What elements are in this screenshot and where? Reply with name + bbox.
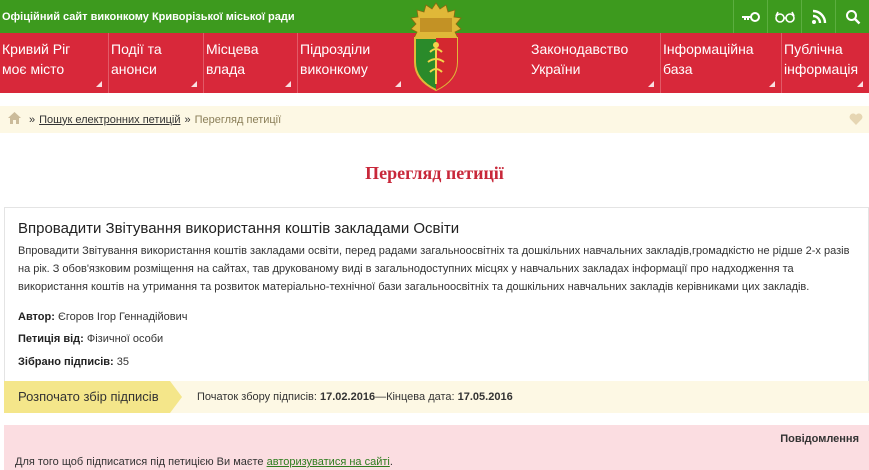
author-value: Єгоров Ігор Геннадійович xyxy=(57,311,188,323)
glasses-icon[interactable] xyxy=(767,0,801,33)
home-icon[interactable] xyxy=(8,112,21,127)
from-label: Петиція від: xyxy=(18,333,84,345)
corner-arrow-icon xyxy=(395,81,401,87)
breadcrumb-separator: » xyxy=(29,113,36,126)
nav-label: Кривий Ріг xyxy=(2,41,71,57)
petition-author: Автор: Єгоров Ігор Геннадійович xyxy=(18,311,187,323)
signatures-value: 35 xyxy=(116,356,129,368)
breadcrumb-separator: » xyxy=(184,113,191,126)
nav-label: влада xyxy=(206,61,246,77)
corner-arrow-icon xyxy=(191,81,197,87)
corner-arrow-icon xyxy=(96,81,102,87)
nav-item-public-info[interactable]: Публічна інформація xyxy=(781,33,869,93)
signatures-label: Зібрано підписів: xyxy=(18,356,114,368)
city-emblem-logo[interactable] xyxy=(406,0,466,94)
notice-box: Повідомлення Для того щоб підписатися пі… xyxy=(4,425,869,470)
breadcrumb: » Пошук електронних петицій » Перегляд п… xyxy=(0,106,869,133)
heart-icon[interactable] xyxy=(849,112,863,128)
nav-label: Місцева xyxy=(206,41,259,57)
nav-item-legislation[interactable]: Законодавство України xyxy=(529,33,660,93)
nav-label: України xyxy=(531,61,581,77)
page-title: Перегляд петиції xyxy=(365,163,504,183)
notice-text: Для того щоб підписатися під петицією Ви… xyxy=(15,456,393,468)
nav-item-kryvyi-rih[interactable]: Кривий Ріг моє місто xyxy=(0,33,108,93)
corner-arrow-icon xyxy=(769,81,775,87)
end-date: 17.05.2016 xyxy=(457,391,513,403)
collection-dates: Початок збору підписів: 17.02.2016—Кінце… xyxy=(197,381,513,413)
nav-label: база xyxy=(663,61,693,77)
header-tools xyxy=(733,0,869,33)
nav-label: Події та xyxy=(111,41,162,57)
petition-title: Впровадити Звітування використання кошті… xyxy=(18,220,460,237)
status-badge: Розпочато збір підписів xyxy=(4,381,182,413)
start-date: 17.02.2016 xyxy=(320,391,376,403)
breadcrumb-current: Перегляд петиції xyxy=(194,113,282,126)
nav-item-info-base[interactable]: Інформаційна база xyxy=(660,33,781,93)
rss-icon[interactable] xyxy=(801,0,835,33)
corner-arrow-icon xyxy=(285,81,291,87)
petition-status-row: Розпочато збір підписів Початок збору пі… xyxy=(4,381,869,413)
login-link[interactable]: авторизуватися на сайті xyxy=(267,456,390,468)
site-title[interactable]: Офіційний сайт виконкому Криворізької мі… xyxy=(0,11,295,23)
corner-arrow-icon xyxy=(857,81,863,87)
nav-item-local-government[interactable]: Місцева влада xyxy=(203,33,297,93)
nav-label: виконкому xyxy=(300,61,368,77)
from-value: Фізичної особи xyxy=(86,333,164,345)
petition-signatures: Зібрано підписів: 35 xyxy=(18,356,129,368)
notice-heading: Повідомлення xyxy=(780,433,859,445)
breadcrumb-link-petition-search[interactable]: Пошук електронних петицій xyxy=(39,114,180,126)
nav-label: Законодавство xyxy=(531,41,629,57)
search-icon[interactable] xyxy=(835,0,869,33)
nav-label: Підрозділи xyxy=(300,41,371,57)
nav-label: Публічна xyxy=(784,41,843,57)
notice-text-after: . xyxy=(389,456,393,468)
nav-item-events[interactable]: Події та анонси xyxy=(108,33,203,93)
corner-arrow-icon xyxy=(648,81,654,87)
nav-label: Інформаційна xyxy=(663,41,754,57)
petition-body: Впровадити Звітування використання кошті… xyxy=(18,245,850,293)
notice-text-before: Для того щоб підписатися під петицією Ви… xyxy=(15,456,267,468)
key-icon[interactable] xyxy=(733,0,767,33)
nav-label: анонси xyxy=(111,61,157,77)
nav-item-departments[interactable]: Підрозділи виконкому xyxy=(297,33,407,93)
nav-label: моє місто xyxy=(2,61,65,77)
nav-label: інформація xyxy=(784,61,859,77)
petition-from: Петиція від: Фізичної особи xyxy=(18,333,163,345)
end-label: Кінцева дата: xyxy=(386,391,455,403)
author-label: Автор: xyxy=(18,311,55,323)
start-label: Початок збору підписів: xyxy=(197,391,317,403)
date-dash: — xyxy=(375,391,387,403)
